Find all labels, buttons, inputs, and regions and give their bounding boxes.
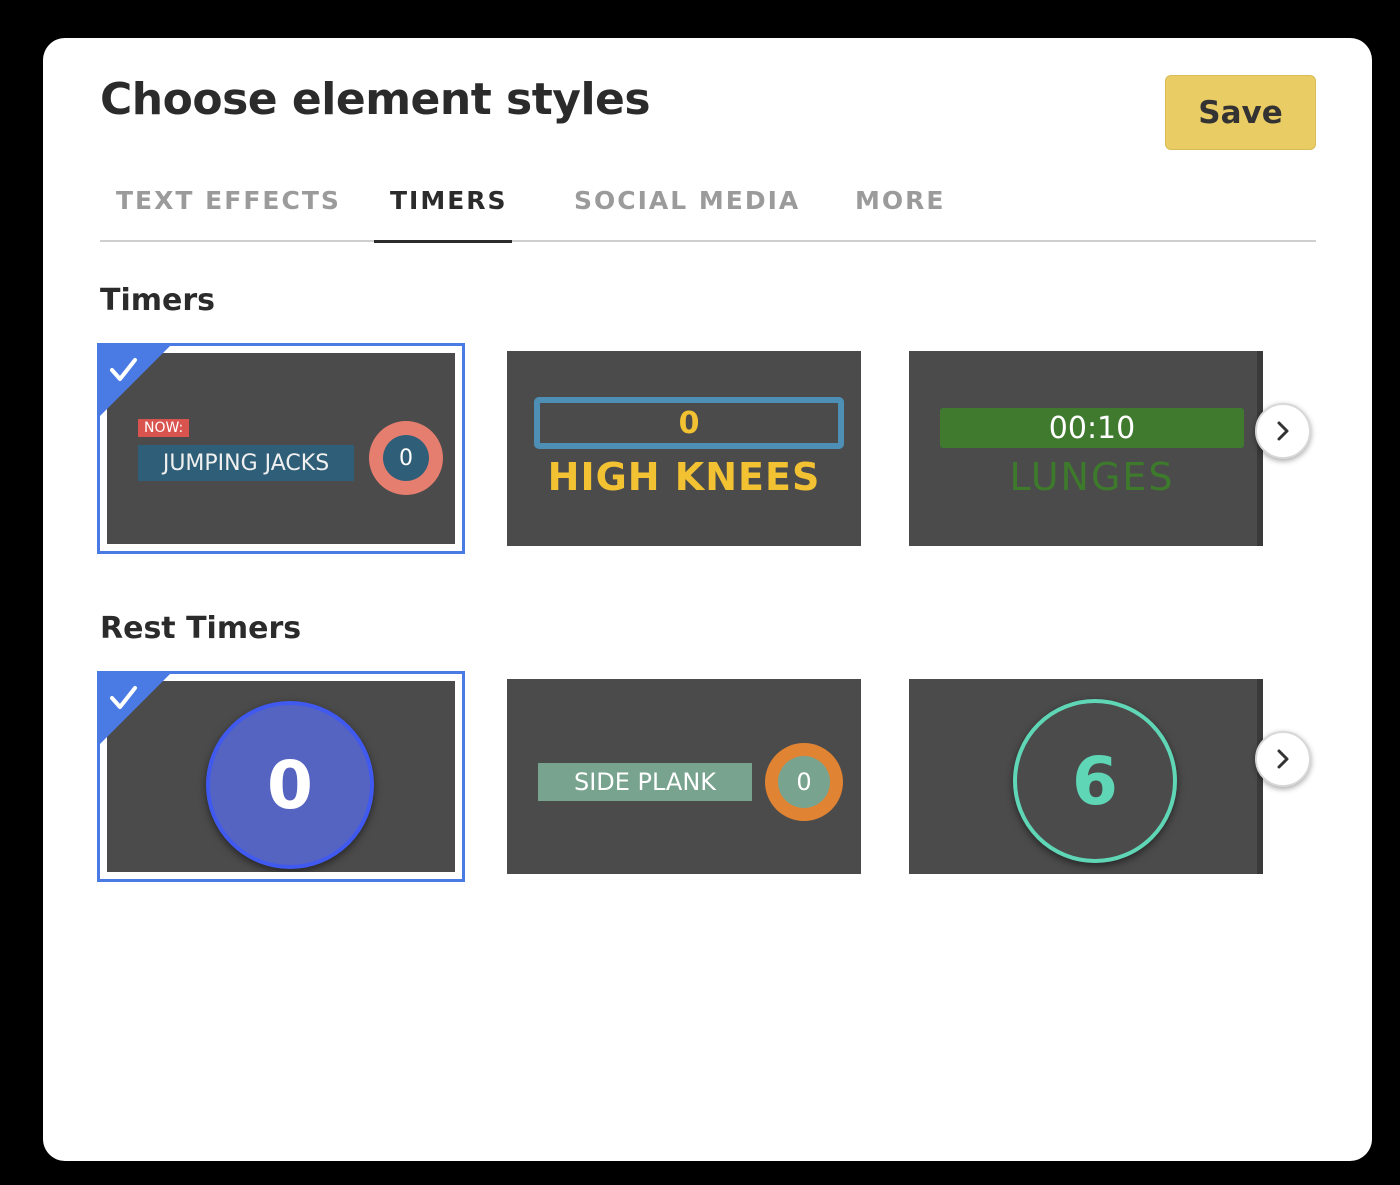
- tab-timers[interactable]: TIMERS: [390, 186, 508, 215]
- tab-text-effects[interactable]: TEXT EFFECTS: [116, 186, 341, 215]
- timer-style-card-high-knees[interactable]: 0 HIGH KNEES: [507, 351, 861, 546]
- timer-style-card-lunges[interactable]: 00:10 LUNGES: [909, 351, 1263, 546]
- count-ring: 6: [1013, 699, 1177, 863]
- tab-bar: TEXT EFFECTS TIMERS SOCIAL MEDIA MORE: [100, 178, 1316, 243]
- count-value: 0: [778, 756, 830, 808]
- count-value: 0: [383, 435, 429, 481]
- section-title-rest-timers: Rest Timers: [100, 611, 302, 646]
- section-title-timers: Timers: [100, 283, 216, 318]
- rest-timers-next-button[interactable]: [1255, 731, 1311, 787]
- now-badge: NOW:: [138, 419, 190, 437]
- exercise-label: JUMPING JACKS: [138, 445, 354, 481]
- count-ring: 0: [369, 421, 443, 495]
- selected-corner: [100, 346, 170, 416]
- count-ring: 0: [765, 743, 843, 821]
- selected-corner: [100, 674, 170, 744]
- save-button[interactable]: Save: [1165, 75, 1316, 150]
- timers-next-button[interactable]: [1255, 403, 1311, 459]
- time-bar: 00:10: [940, 408, 1244, 448]
- element-styles-dialog: Choose element styles Save TEXT EFFECTS …: [43, 38, 1372, 1161]
- tab-more[interactable]: MORE: [855, 186, 945, 215]
- chevron-right-icon: [1277, 749, 1289, 769]
- chevron-right-icon: [1277, 421, 1289, 441]
- exercise-label: LUNGES: [1009, 455, 1175, 499]
- tab-social-media[interactable]: SOCIAL MEDIA: [574, 186, 800, 215]
- active-tab-indicator: [374, 240, 512, 243]
- exercise-label: SIDE PLANK: [538, 763, 752, 801]
- dialog-title: Choose element styles: [100, 74, 651, 125]
- count-circle: 0: [206, 701, 374, 869]
- rest-timer-style-card-ring[interactable]: 6: [909, 679, 1263, 874]
- exercise-label: HIGH KNEES: [547, 455, 821, 499]
- count-bar: 0: [534, 397, 844, 449]
- rest-timer-style-card-side-plank[interactable]: SIDE PLANK 0: [507, 679, 861, 874]
